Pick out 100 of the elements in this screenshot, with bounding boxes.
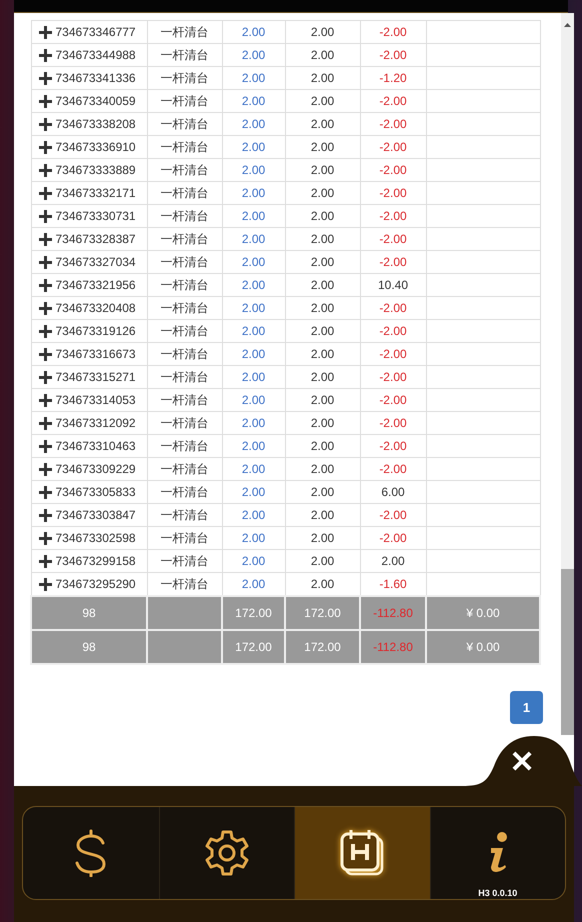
- total-cell: ¥ 0.00: [426, 630, 540, 664]
- expand-icon[interactable]: [38, 462, 52, 476]
- table-cell: -2.00: [360, 526, 426, 550]
- page-button[interactable]: 1: [510, 691, 543, 724]
- table-cell: 一杆清台: [147, 320, 222, 342]
- table-cell: 2.00: [285, 550, 360, 572]
- order-id: 734673340059: [56, 94, 136, 108]
- scrollbar[interactable]: [561, 13, 574, 735]
- expand-icon[interactable]: [38, 118, 52, 130]
- expand-icon[interactable]: [38, 232, 52, 246]
- table-cell: 6.00: [360, 480, 426, 504]
- expand-icon[interactable]: [38, 324, 52, 338]
- expand-icon[interactable]: [38, 486, 52, 498]
- total-cell: 172.00: [222, 596, 285, 630]
- expand-icon[interactable]: [38, 278, 52, 292]
- table-cell: 一杆清台: [147, 90, 222, 112]
- expand-icon[interactable]: [38, 370, 52, 384]
- table-cell: 2.00: [285, 158, 360, 182]
- order-id: 734673333889: [56, 163, 136, 177]
- order-id: 734673346777: [56, 25, 136, 39]
- total-cell: 172.00: [222, 630, 285, 664]
- order-id: 734673314053: [56, 393, 136, 407]
- expand-icon[interactable]: [38, 554, 52, 568]
- table-cell: 2.00: [285, 342, 360, 366]
- table-cell: 2.00: [285, 20, 360, 44]
- table-cell: -2.00: [360, 44, 426, 66]
- table-cell: 一杆清台: [147, 526, 222, 550]
- expand-icon[interactable]: [38, 164, 52, 176]
- table-cell: 2.00: [222, 480, 285, 504]
- order-id: 734673315271: [56, 370, 136, 384]
- table-cell: 2.00: [222, 136, 285, 158]
- table-cell: 一杆清台: [147, 274, 222, 296]
- table-cell: 2.00: [285, 366, 360, 388]
- table-cell: -2.00: [360, 458, 426, 480]
- expand-icon[interactable]: [38, 532, 52, 544]
- expand-icon[interactable]: [38, 72, 52, 84]
- order-id: 734673328387: [56, 232, 136, 246]
- table-cell: 一杆清台: [147, 250, 222, 274]
- table-cell: 一杆清台: [147, 480, 222, 504]
- expand-icon[interactable]: [38, 348, 52, 360]
- expand-icon[interactable]: [38, 578, 52, 590]
- expand-icon[interactable]: [38, 140, 52, 154]
- expand-icon[interactable]: [38, 302, 52, 314]
- expand-icon[interactable]: [38, 94, 52, 108]
- table-cell: 一杆清台: [147, 136, 222, 158]
- table-cell: 2.00: [222, 112, 285, 136]
- table-cell: -2.00: [360, 366, 426, 388]
- order-id: 734673338208: [56, 117, 136, 131]
- order-id: 734673295290: [56, 577, 136, 591]
- table-cell: -2.00: [360, 90, 426, 112]
- table-cell: 一杆清台: [147, 228, 222, 250]
- total-cell: 98: [31, 630, 147, 664]
- total-cell: 172.00: [285, 630, 360, 664]
- nav-tab[interactable]: [294, 807, 430, 899]
- expand-icon[interactable]: [38, 26, 52, 38]
- expand-icon[interactable]: [38, 210, 52, 222]
- order-id: 734673316673: [56, 347, 136, 361]
- table-cell: -2.00: [360, 182, 426, 204]
- table-cell: -2.00: [360, 320, 426, 342]
- table-cell: 2.00: [285, 296, 360, 320]
- table-cell: 2.00: [222, 250, 285, 274]
- order-id: 734673309229: [56, 462, 136, 476]
- table-cell: 一杆清台: [147, 504, 222, 526]
- table-cell: -2.00: [360, 204, 426, 228]
- order-id: 734673321956: [56, 278, 136, 292]
- total-cell: -112.80: [360, 630, 426, 664]
- order-id: 734673319126: [56, 324, 136, 338]
- table-cell: 一杆清台: [147, 342, 222, 366]
- table-cell: 一杆清台: [147, 20, 222, 44]
- table-cell: 2.00: [285, 250, 360, 274]
- table-cell: 2.00: [222, 274, 285, 296]
- expand-icon[interactable]: [38, 416, 52, 430]
- table-cell: 2.00: [222, 158, 285, 182]
- table-cell: -2.00: [360, 112, 426, 136]
- table-cell: -2.00: [360, 434, 426, 458]
- order-id: 734673336910: [56, 140, 136, 154]
- table-cell: 一杆清台: [147, 458, 222, 480]
- table-cell: 2.00: [285, 526, 360, 550]
- expand-icon[interactable]: [38, 48, 52, 62]
- version-label: H3 0.0.10: [478, 888, 518, 898]
- expand-icon[interactable]: [38, 394, 52, 406]
- expand-icon[interactable]: [38, 186, 52, 200]
- table-cell: 2.00: [285, 228, 360, 250]
- expand-icon[interactable]: [38, 256, 52, 268]
- total-cell: 172.00: [285, 596, 360, 630]
- table-cell: 2.00: [285, 412, 360, 434]
- table-cell: 一杆清台: [147, 44, 222, 66]
- expand-icon[interactable]: [38, 508, 52, 522]
- table-cell: -2.00: [360, 342, 426, 366]
- table-cell: -2.00: [360, 136, 426, 158]
- order-id: 734673344988: [56, 48, 136, 62]
- table-cell: 一杆清台: [147, 182, 222, 204]
- table-cell: 一杆清台: [147, 550, 222, 572]
- expand-icon[interactable]: [38, 440, 52, 452]
- total-cell: -112.80: [360, 596, 426, 630]
- table-cell: -2.00: [360, 158, 426, 182]
- table-cell: 一杆清台: [147, 296, 222, 320]
- table-cell: -2.00: [360, 388, 426, 412]
- table-cell: 2.00: [285, 434, 360, 458]
- table-cell: -2.00: [360, 250, 426, 274]
